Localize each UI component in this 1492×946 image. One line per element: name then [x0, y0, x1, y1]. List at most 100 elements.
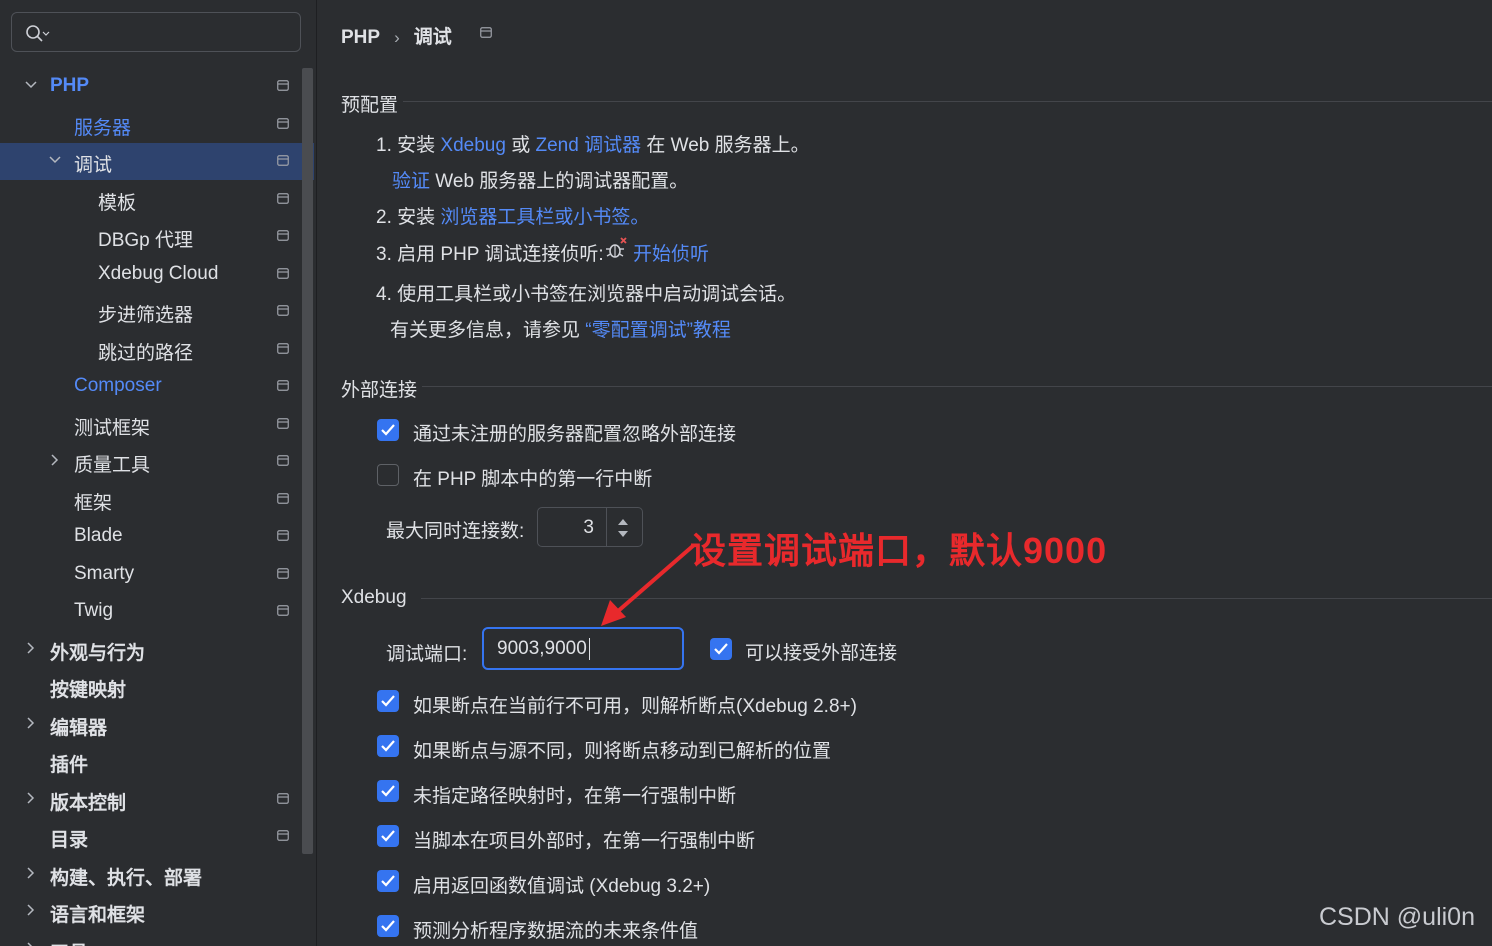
debug-port-label: 调试端口: — [386, 644, 468, 665]
watermark: CSDN @uli0n — [1319, 903, 1475, 931]
tree-item-keymap[interactable]: 按键映射 — [0, 668, 314, 705]
chevron-down-icon[interactable] — [24, 78, 38, 92]
accept-external-label[interactable]: 可以接受外部连接 — [745, 638, 897, 665]
tree-item-label: 质量工具 — [74, 455, 151, 476]
project-settings-icon — [277, 155, 289, 166]
break-first-line-label[interactable]: 在 PHP 脚本中的第一行中断 — [413, 464, 652, 491]
search-field[interactable] — [11, 12, 301, 52]
tree-item-step-filters[interactable]: 步进筛选器 — [0, 293, 314, 330]
verify-text: Web 服务器上的调试器配置。 — [430, 171, 689, 192]
chevron-right-icon[interactable] — [24, 716, 38, 730]
chevron-right-icon[interactable] — [24, 866, 38, 880]
project-settings-icon — [277, 230, 289, 241]
tree-item-dbgp-proxy[interactable]: DBGp 代理 — [0, 218, 314, 255]
start-listening-icon[interactable] — [604, 236, 630, 262]
tree-item-directories[interactable]: 目录 — [0, 818, 314, 855]
start-listening-text[interactable]: 开始侦听 — [633, 244, 709, 265]
more-info-text: 有关更多信息，请参见 — [390, 320, 586, 341]
checkmark-icon — [381, 785, 395, 797]
tree-item-blade[interactable]: Blade — [0, 518, 314, 555]
max-connections-label: 最大同时连接数: — [386, 521, 525, 542]
section-divider — [422, 386, 1492, 387]
tree-item-label: 步进筛选器 — [98, 305, 194, 326]
tree-item-label: Composer — [74, 375, 162, 396]
tree-item-quality-tools[interactable]: 质量工具 — [0, 443, 314, 480]
verify-link[interactable]: 验证 — [392, 171, 430, 192]
xdebug-link[interactable]: Xdebug — [440, 135, 506, 156]
checkmark-icon — [381, 695, 395, 707]
break-outside-project-label[interactable]: 当脚本在项目外部时，在第一行强制中断 — [413, 826, 755, 853]
step2-text: 2. 安装 — [376, 207, 441, 228]
breadcrumb-current: 调试 — [413, 27, 452, 48]
breadcrumb: PHP › 调试 — [341, 22, 452, 49]
max-connections-spinner[interactable]: 3 — [537, 507, 643, 547]
chevron-down-icon[interactable] — [48, 153, 62, 167]
break-first-line-checkbox[interactable] — [377, 464, 399, 486]
tree-item-label: Blade — [74, 525, 123, 546]
ignore-external-label[interactable]: 通过未注册的服务器配置忽略外部连接 — [413, 419, 736, 446]
tree-item-label: 模板 — [98, 192, 137, 214]
tree-item-twig[interactable]: Twig — [0, 593, 314, 630]
break-no-mapping-label[interactable]: 未指定路径映射时，在第一行强制中断 — [413, 781, 736, 808]
project-settings-icon — [277, 342, 289, 354]
chevron-right-icon[interactable] — [48, 453, 62, 467]
accept-external-checkbox[interactable] — [710, 638, 732, 660]
settings-sidebar: PHP 服务器 调试 模板 DBGp 代理 Xdebug Cloud 步进筛选器 — [0, 0, 316, 946]
resolve-breakpoint-label[interactable]: 如果断点在当前行不可用，则解析断点(Xdebug 2.8+) — [413, 691, 857, 718]
tree-item-xdebug-cloud[interactable]: Xdebug Cloud — [0, 256, 314, 293]
return-value-debug-label[interactable]: 启用返回函数值调试 (Xdebug 3.2+) — [413, 871, 710, 898]
tree-item-frameworks[interactable]: 框架 — [0, 481, 314, 518]
step1-suffix-text: 在 Web 服务器上。 — [641, 135, 810, 156]
project-settings-icon — [277, 305, 289, 316]
project-settings-icon — [277, 455, 289, 466]
chevron-right-icon[interactable] — [24, 903, 38, 917]
preconfig-section-title: 预配置 — [341, 95, 399, 116]
ignore-external-checkbox[interactable] — [377, 419, 399, 441]
chevron-right-icon[interactable] — [24, 641, 38, 655]
spinner-divider — [606, 508, 607, 546]
predict-dataflow-label[interactable]: 预测分析程序数据流的未来条件值 — [413, 916, 698, 943]
tree-item-smarty[interactable]: Smarty — [0, 556, 314, 593]
tree-item-php[interactable]: PHP — [0, 68, 314, 105]
external-section-title: 外部连接 — [341, 380, 418, 401]
zero-config-tutorial-link[interactable]: “零配置调试”教程 — [585, 320, 731, 341]
tree-item-version-control[interactable]: 版本控制 — [0, 781, 314, 818]
chevron-right-icon[interactable] — [24, 791, 38, 805]
start-listening-link[interactable]: 开始侦听 — [633, 239, 709, 266]
project-settings-icon — [277, 80, 289, 91]
tree-item-skipped-paths[interactable]: 跳过的路径 — [0, 331, 314, 368]
move-breakpoint-label[interactable]: 如果断点与源不同，则将断点移动到已解析的位置 — [413, 736, 831, 763]
spinner-arrows-icon[interactable] — [616, 516, 630, 540]
move-breakpoint-checkbox[interactable] — [377, 735, 399, 757]
debug-port-value[interactable]: 9003,9000 — [497, 638, 587, 660]
tree-item-appearance[interactable]: 外观与行为 — [0, 631, 314, 668]
breadcrumb-parent[interactable]: PHP — [341, 27, 380, 48]
zend-debugger-link[interactable]: Zend 调试器 — [535, 135, 641, 156]
tree-item-plugins[interactable]: 插件 — [0, 743, 314, 780]
checkmark-icon — [381, 875, 395, 887]
tree-item-languages[interactable]: 语言和框架 — [0, 893, 314, 930]
tree-item-tools[interactable]: 工具 — [0, 931, 314, 946]
resolve-breakpoint-checkbox[interactable] — [377, 690, 399, 712]
checkmark-icon — [714, 643, 728, 655]
project-settings-icon — [277, 267, 289, 279]
break-outside-project-checkbox[interactable] — [377, 825, 399, 847]
break-no-mapping-checkbox[interactable] — [377, 780, 399, 802]
tree-item-build-execution[interactable]: 构建、执行、部署 — [0, 856, 314, 893]
project-settings-icon — [277, 492, 289, 504]
max-connections-value[interactable]: 3 — [583, 517, 594, 539]
tree-item-label: 调试 — [74, 155, 113, 176]
tree-item-templates[interactable]: 模板 — [0, 181, 314, 218]
browser-toolbar-link[interactable]: 浏览器工具栏或小书签。 — [440, 207, 649, 228]
tree-item-servers[interactable]: 服务器 — [0, 106, 314, 143]
return-value-debug-checkbox[interactable] — [377, 870, 399, 892]
chevron-right-icon[interactable] — [24, 941, 38, 946]
preconfig-step4: 4. 使用工具栏或小书签在浏览器中启动调试会话。 — [376, 284, 797, 305]
sidebar-scrollbar[interactable] — [302, 68, 313, 854]
tree-item-test-frameworks[interactable]: 测试框架 — [0, 406, 314, 443]
tree-item-composer[interactable]: Composer — [0, 368, 314, 405]
tree-item-editor[interactable]: 编辑器 — [0, 706, 314, 743]
tree-item-debug[interactable]: 调试 — [0, 143, 314, 180]
debug-port-input[interactable]: 9003,9000 — [482, 627, 684, 670]
predict-dataflow-checkbox[interactable] — [377, 915, 399, 937]
